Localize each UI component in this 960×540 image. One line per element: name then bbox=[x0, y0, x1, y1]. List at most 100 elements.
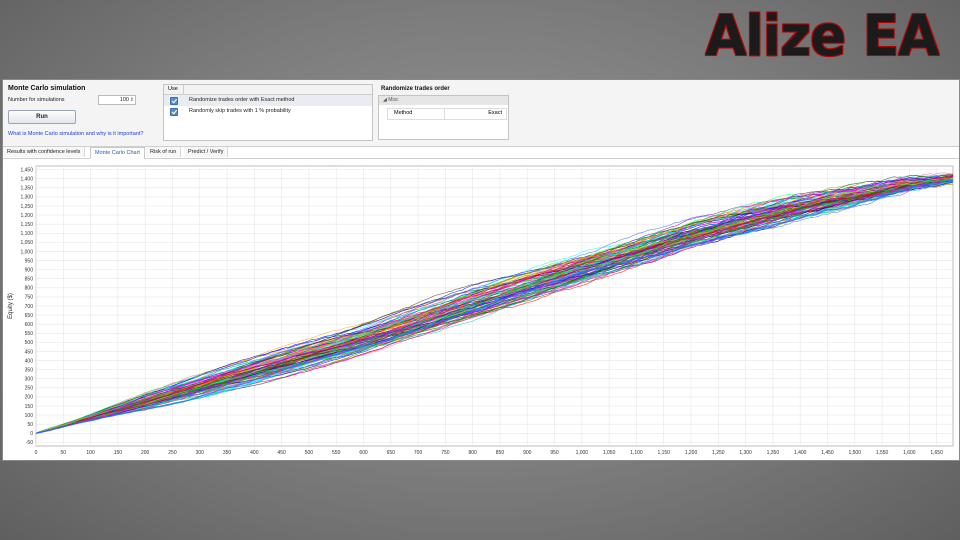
method-property-row[interactable]: Method Exact bbox=[387, 108, 507, 120]
tab-results-confidence[interactable]: Results with confidence levels bbox=[3, 147, 86, 157]
options-table: Use Randomize trades order with Exact me… bbox=[163, 84, 373, 141]
x-tick-label: 0 bbox=[35, 450, 38, 456]
monte-carlo-window: Monte Carlo simulation Number for simula… bbox=[2, 79, 960, 461]
randomize-title: Randomize trades order bbox=[381, 86, 450, 92]
help-link[interactable]: What is Monte Carlo simulation and why i… bbox=[8, 131, 143, 137]
alize-ea-logo: Alize EA bbox=[704, 4, 939, 69]
y-tick-label: 1,100 bbox=[20, 231, 33, 237]
tab-predict-verify[interactable]: Predict / Verify bbox=[184, 147, 229, 157]
y-tick-label: 1,200 bbox=[20, 213, 33, 219]
simulation-count-label: Number for simulations bbox=[8, 97, 65, 103]
x-tick-label: 100 bbox=[86, 450, 95, 456]
y-tick-label: 1,250 bbox=[20, 204, 33, 210]
spin-arrows-icon[interactable]: ⇕ bbox=[130, 96, 134, 104]
settings-panel: Monte Carlo simulation Number for simula… bbox=[3, 80, 959, 147]
x-tick-label: 450 bbox=[277, 450, 286, 456]
x-tick-label: 700 bbox=[414, 450, 423, 456]
y-tick-label: 200 bbox=[25, 395, 34, 401]
x-tick-label: 1,500 bbox=[848, 450, 861, 456]
options-header: Use bbox=[164, 85, 372, 95]
x-tick-label: 800 bbox=[468, 450, 477, 456]
x-tick-label: 1,400 bbox=[794, 450, 807, 456]
y-tick-label: 950 bbox=[25, 258, 34, 264]
x-tick-label: 1,600 bbox=[903, 450, 916, 456]
x-tick-label: 600 bbox=[359, 450, 368, 456]
simulation-count-stepper[interactable]: 100 ⇕ bbox=[98, 95, 136, 105]
monte-carlo-chart: -500501001502002503003504004505005506006… bbox=[8, 165, 954, 456]
y-tick-label: 450 bbox=[25, 349, 34, 355]
randomize-properties: ◢ Misc Method Exact bbox=[378, 95, 509, 140]
y-tick-label: 1,300 bbox=[20, 195, 33, 201]
x-tick-label: 50 bbox=[61, 450, 67, 456]
y-tick-label: 850 bbox=[25, 277, 34, 283]
x-tick-label: 1,350 bbox=[767, 450, 780, 456]
y-tick-label: 700 bbox=[25, 304, 34, 310]
y-tick-label: 1,050 bbox=[20, 240, 33, 246]
x-tick-label: 1,450 bbox=[821, 450, 834, 456]
x-tick-label: 1,100 bbox=[630, 450, 643, 456]
y-tick-label: 650 bbox=[25, 313, 34, 319]
x-tick-label: 550 bbox=[332, 450, 341, 456]
option-row-skip[interactable]: Randomly skip trades with 1 % probabilit… bbox=[164, 106, 372, 117]
y-tick-label: 600 bbox=[25, 322, 34, 328]
x-tick-label: 150 bbox=[114, 450, 123, 456]
x-tick-label: 950 bbox=[550, 450, 559, 456]
x-tick-label: 500 bbox=[305, 450, 314, 456]
y-axis-label: Equity ($) bbox=[8, 293, 14, 319]
x-tick-label: 1,650 bbox=[930, 450, 943, 456]
method-value[interactable]: Exact bbox=[488, 110, 502, 116]
x-tick-label: 1,200 bbox=[685, 450, 698, 456]
simulation-title: Monte Carlo simulation bbox=[8, 85, 86, 92]
option-row-randomize[interactable]: Randomize trades order with Exact method bbox=[164, 95, 372, 106]
checkbox-skip[interactable] bbox=[170, 108, 178, 116]
y-tick-label: 100 bbox=[25, 413, 34, 419]
tab-risk-of-ruin[interactable]: Risk of run bbox=[146, 147, 182, 157]
x-tick-label: 1,000 bbox=[576, 450, 589, 456]
y-tick-label: 1,150 bbox=[20, 222, 33, 228]
y-tick-label: 800 bbox=[25, 286, 34, 292]
y-tick-label: 500 bbox=[25, 340, 34, 346]
simulation-count-value: 100 bbox=[119, 97, 129, 103]
x-tick-label: 400 bbox=[250, 450, 259, 456]
x-tick-label: 1,550 bbox=[876, 450, 889, 456]
checkbox-randomize[interactable] bbox=[170, 97, 178, 105]
y-tick-label: 1,000 bbox=[20, 249, 33, 255]
option-label-randomize: Randomize trades order with Exact method bbox=[189, 97, 295, 103]
misc-section[interactable]: ◢ Misc bbox=[379, 96, 508, 105]
y-tick-label: 750 bbox=[25, 295, 34, 301]
x-tick-labels: 0 50 100 150 200 250 300 350 400 450 500 550 600 650 7… bbox=[35, 450, 943, 456]
misc-section-label: Misc bbox=[388, 97, 399, 103]
y-tick-label: 150 bbox=[25, 404, 34, 410]
x-tick-label: 300 bbox=[196, 450, 205, 456]
method-key: Method bbox=[394, 110, 413, 116]
x-tick-label: 750 bbox=[441, 450, 450, 456]
x-tick-label: 1,050 bbox=[603, 450, 616, 456]
y-tick-labels: -50 0 50 100 150 200 250 300 350 400 450 500 550 600 6… bbox=[20, 167, 33, 446]
y-tick-label: 1,450 bbox=[20, 167, 33, 173]
x-tick-label: 1,250 bbox=[712, 450, 725, 456]
y-tick-label: 350 bbox=[25, 367, 34, 373]
y-tick-label: 0 bbox=[30, 431, 33, 437]
option-label-skip: Randomly skip trades with 1 % probabilit… bbox=[189, 108, 291, 114]
y-tick-label: 300 bbox=[25, 377, 34, 383]
y-tick-label: 900 bbox=[25, 267, 34, 273]
y-tick-label: -50 bbox=[26, 440, 33, 446]
x-tick-label: 900 bbox=[523, 450, 532, 456]
y-tick-label: 550 bbox=[25, 331, 34, 337]
x-tick-label: 200 bbox=[141, 450, 150, 456]
y-tick-label: 250 bbox=[25, 386, 34, 392]
y-tick-label: 400 bbox=[25, 358, 34, 364]
tab-monte-carlo-chart[interactable]: Monte Carlo Chart bbox=[90, 147, 145, 159]
x-tick-label: 1,150 bbox=[657, 450, 670, 456]
collapse-arrow-icon[interactable]: ◢ bbox=[383, 97, 387, 103]
simulation-lines bbox=[35, 172, 954, 434]
use-column-header: Use bbox=[168, 86, 178, 92]
y-tick-label: 1,350 bbox=[20, 186, 33, 192]
result-tabs: Results with confidence levels Monte Car… bbox=[3, 147, 959, 159]
y-tick-label: 1,400 bbox=[20, 177, 33, 183]
y-tick-label: 50 bbox=[27, 422, 33, 428]
x-tick-label: 250 bbox=[168, 450, 177, 456]
run-button[interactable]: Run bbox=[8, 110, 76, 124]
x-tick-label: 650 bbox=[387, 450, 396, 456]
x-tick-label: 850 bbox=[496, 450, 505, 456]
